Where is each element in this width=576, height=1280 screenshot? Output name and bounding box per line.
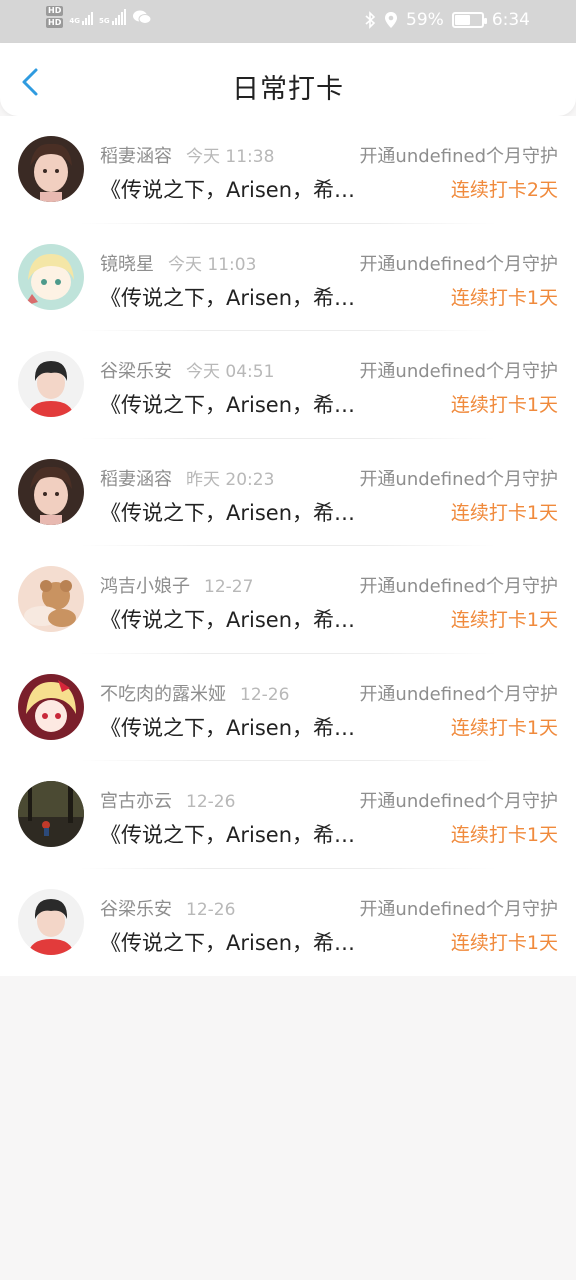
avatar[interactable] [18,781,84,847]
guard-info: 开通undefined个月守护 [359,576,558,597]
checkin-row[interactable]: 宫古亦云 12-26 开通undefined个月守护 《传说之下，Arisen，希… [0,761,576,869]
user-name: 宫古亦云 12-26 [100,787,235,813]
status-bar-left: HD HD 4G 5G [46,6,152,28]
user-name-text: 鸿吉小娘子 [100,576,190,597]
checkin-time: 12-26 [186,899,236,920]
sim1-hd-badge: HD [46,6,64,16]
checkin-content: 《传说之下，Arisen，希望重新开始》 [100,285,362,310]
checkin-content: 《传说之下，Arisen，希望重新开始》 [100,178,362,202]
sim2-hd-badge: HD [46,18,64,28]
page-title: 日常打卡 [232,74,344,105]
avatar[interactable] [18,243,84,310]
streak-badge: 连续打卡1天 [450,501,558,524]
user-name: 镜晓星 今天 11:03 [100,250,256,276]
guard-info: 开通undefined个月守护 [359,683,558,705]
streak-badge: 连续打卡2天 [450,179,558,201]
avatar[interactable] [18,888,84,955]
checkin-row[interactable]: 镜晓星 今天 11:03 开通undefined个月守护 《传说之下，Arisen… [0,224,576,332]
avatar[interactable] [18,136,84,202]
status-bar: HD HD 4G 5G 59% 6:34 [0,0,576,43]
checkin-list: 稻妻涵容 今天 11:38 开通undefined个月守护 《传说之下，Arise… [0,116,576,976]
battery-icon [451,12,487,28]
streak-badge: 连续打卡1天 [450,716,558,739]
checkin-content: 《传说之下，Arisen，希望重新开始》 [100,500,362,525]
streak-badge: 连续打卡1天 [450,286,558,309]
streak-badge: 连续打卡1天 [450,394,558,416]
user-name: 鸿吉小娘子 12-27 [100,572,253,598]
network-2-label: 5G [98,17,110,25]
checkin-row[interactable]: 稻妻涵容 今天 11:38 开通undefined个月守护 《传说之下，Arise… [0,116,576,224]
guard-info: 开通undefined个月守护 [359,791,558,812]
user-name: 谷梁乐安 12-26 [100,895,235,921]
user-name-text: 宫古亦云 [100,791,172,812]
signal-1-icon: 4G [69,9,93,25]
checkin-row[interactable]: 稻妻涵容 昨天 20:23 开通undefined个月守护 《传说之下，Arise… [0,439,576,547]
user-name: 谷梁乐安 今天 04:51 [100,357,274,383]
signal-2-bars [111,9,126,25]
page-header: 日常打卡 [0,43,576,116]
bluetooth-icon [365,11,376,29]
avatar[interactable] [18,566,84,632]
wechat-icon [132,10,152,24]
network-1-label: 4G [69,17,80,25]
user-name-text: 镜晓星 [100,253,154,275]
checkin-row[interactable]: 不吃肉的露米娅 12-26 开通undefined个月守护 《传说之下，Arise… [0,654,576,762]
clock: 6:34 [491,10,530,30]
location-icon [385,12,398,28]
sim-indicators: HD HD [46,6,64,28]
user-name-text: 谷梁乐安 [100,361,172,382]
checkin-time: 12-27 [204,577,254,597]
avatar[interactable] [18,673,84,740]
signal-2-icon: 5G [99,9,126,25]
user-name: 不吃肉的露米娅 12-26 [100,680,289,706]
checkin-time: 昨天 20:23 [186,469,275,490]
checkin-time: 12-26 [240,684,290,705]
streak-badge: 连续打卡1天 [450,931,558,954]
guard-info: 开通undefined个月守护 [359,146,558,167]
battery-percent: 59% [406,10,444,30]
checkin-content: 《传说之下，Arisen，希望重新开始》 [100,715,362,740]
checkin-row[interactable]: 谷梁乐安 12-26 开通undefined个月守护 《传说之下，Arisen，希… [0,869,576,977]
signal-1-bars [81,9,93,25]
checkin-content: 《传说之下，Arisen，希望重新开始》 [100,823,362,847]
user-name: 稻妻涵容 昨天 20:23 [100,465,274,491]
checkin-row[interactable]: 鸿吉小娘子 12-27 开通undefined个月守护 《传说之下，Arisen，… [0,546,576,654]
checkin-time: 今天 04:51 [186,362,275,382]
avatar[interactable] [18,351,84,417]
avatar[interactable] [18,458,84,525]
user-name-text: 稻妻涵容 [100,468,172,490]
checkin-row[interactable]: 谷梁乐安 今天 04:51 开通undefined个月守护 《传说之下，Arise… [0,331,576,439]
checkin-content: 《传说之下，Arisen，希望重新开始》 [100,393,362,417]
checkin-time: 今天 11:38 [186,147,275,167]
user-name-text: 稻妻涵容 [100,146,172,167]
guard-info: 开通undefined个月守护 [359,898,558,920]
user-name-text: 不吃肉的露米娅 [100,683,226,705]
user-name: 稻妻涵容 今天 11:38 [100,142,274,168]
guard-info: 开通undefined个月守护 [359,361,558,382]
checkin-time: 12-26 [186,792,236,812]
checkin-content: 《传说之下，Arisen，希望重新开始》 [100,608,362,632]
checkin-content: 《传说之下，Arisen，希望重新开始》 [100,930,362,955]
user-name-text: 谷梁乐安 [100,898,172,920]
guard-info: 开通undefined个月守护 [359,468,558,490]
checkin-time: 今天 11:03 [168,254,257,275]
streak-badge: 连续打卡1天 [450,824,558,846]
status-bar-right: 59% 6:34 [364,10,530,30]
battery-fill [454,15,470,25]
guard-info: 开通undefined个月守护 [359,253,558,275]
streak-badge: 连续打卡1天 [450,609,558,631]
